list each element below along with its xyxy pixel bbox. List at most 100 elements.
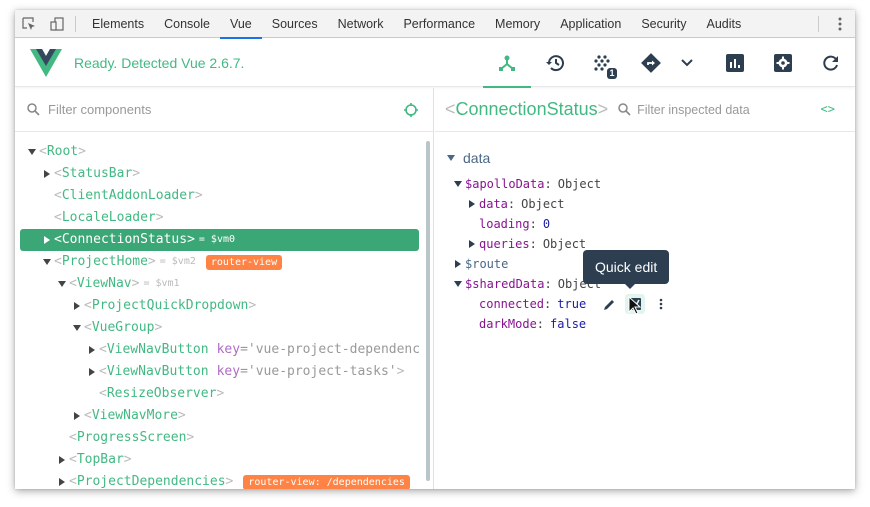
data-row-loading[interactable]: loading:0 [451,214,601,234]
tree-node-clientaddonloader[interactable]: < ClientAddonLoader > [15,185,429,207]
tag-bracket: < [69,276,77,291]
tree-node-viewnavbutton[interactable]: < ViewNavButton key ='vue-project-dependenc [15,339,429,361]
component-name: ConnectionStatus [61,232,188,247]
expand-toggle[interactable] [465,240,479,248]
data-key: data [479,197,508,211]
expand-toggle[interactable] [451,281,465,287]
events-count-badge: 1 [607,67,617,79]
expand-toggle[interactable] [40,259,54,265]
tab-elements[interactable]: Elements [82,10,154,38]
open-source-code-icon[interactable]: <> [821,102,835,116]
data-row-connected[interactable]: connected: true [451,294,663,314]
inspect-element-icon[interactable] [15,10,43,38]
tree-node-resizeobserver[interactable]: < ResizeObserver > [15,383,429,405]
expand-toggle[interactable] [465,200,479,208]
tree-node-projecthome[interactable]: < ProjectHome > = $vm2 router-view [15,251,429,273]
tree-node-viewnavmore[interactable]: < ViewNavMore > [15,405,429,427]
tree-node-localeloader[interactable]: < LocaleLoader > [15,207,429,229]
tag-bracket: < [84,298,92,313]
tree-node-connectionstatus[interactable]: < ConnectionStatus > = $vm0 [20,229,419,251]
tag-bracket: < [54,166,62,181]
inspector-header: <ConnectionStatus> <> [435,88,855,132]
refresh-icon [823,55,838,71]
tree-node-projectdependencies[interactable]: < ProjectDependencies > router-view: /depen… [15,471,429,489]
select-component-target-icon[interactable] [403,102,419,118]
tag-bracket: > [216,386,225,401]
tag-bracket: < [69,452,77,467]
device-toolbar-icon[interactable] [43,10,71,38]
more-vert-icon[interactable] [651,294,671,314]
tab-security[interactable]: Security [631,10,696,38]
chevron-down-icon [681,58,693,66]
data-section-header[interactable]: data [447,148,601,168]
routing-tab-button[interactable] [627,39,675,87]
expand-toggle[interactable] [40,170,54,178]
caret-down-icon [43,259,51,265]
component-tree-icon [499,55,515,71]
inspected-data-filter-input[interactable] [637,102,808,117]
data-row-apollodata[interactable]: $apolloData: Object [451,174,601,194]
tab-performance[interactable]: Performance [393,10,485,38]
collapse-arrow-icon [447,155,455,161]
tree-node-topbar[interactable]: < TopBar > [15,449,429,471]
tag-bracket: > [248,298,257,313]
component-name: ViewNavMore [91,408,178,423]
tab-audits[interactable]: Audits [697,10,752,38]
components-tab-button[interactable] [483,39,531,88]
edit-icon[interactable] [599,294,619,314]
data-row-darkmode[interactable]: darkMode: false [451,314,601,334]
expand-toggle[interactable] [40,236,54,244]
expand-toggle[interactable] [55,456,69,464]
tree-node-progressscreen[interactable]: < ProgressScreen > [15,427,429,449]
tree-node-statusbar[interactable]: < StatusBar > [15,163,429,185]
data-row-route[interactable]: $route [451,254,601,274]
expand-toggle[interactable] [451,181,465,187]
tag-bracket: > [132,166,141,181]
data-key: $apolloData [465,177,545,191]
expand-toggle[interactable] [55,281,69,287]
performance-tab-button[interactable] [711,39,759,87]
tree-node-projectquickdropdown[interactable]: < ProjectQuickDropdown > [15,295,429,317]
data-value: 0 [542,217,551,231]
data-row-queries[interactable]: queries: Object [451,234,601,254]
expand-toggle[interactable] [70,412,84,420]
tree-node-vuegroup[interactable]: < VueGroup > [15,317,429,339]
tree-node-root[interactable]: < Root > [15,141,429,163]
component-name: ProjectHome [61,254,148,269]
tab-network[interactable]: Network [328,10,394,38]
events-tab-button[interactable]: 1 [579,39,627,87]
expand-toggle[interactable] [70,325,84,331]
toolbar-divider [818,15,819,32]
tab-sources[interactable]: Sources [262,10,328,38]
attr-value: ='vue-project-dependenc [240,342,421,357]
tab-memory[interactable]: Memory [485,10,550,38]
refresh-button[interactable] [807,39,855,87]
tab-console[interactable]: Console [154,10,220,38]
tag-bracket: < [54,254,62,269]
expand-toggle[interactable] [85,346,99,354]
routing-dropdown-button[interactable] [675,39,699,87]
expand-toggle[interactable] [25,149,39,155]
component-filter-input[interactable] [48,102,378,117]
tree-node-viewnavbutton[interactable]: < ViewNavButton key ='vue-project-tasks' > [15,361,429,383]
tag-bracket: > [396,364,405,379]
colon: : [507,197,516,211]
tree-scrollbar[interactable] [426,141,430,481]
tab-vue[interactable]: Vue [219,10,262,39]
caret-down-icon [73,325,81,331]
component-name: Root [46,144,79,159]
expand-toggle[interactable] [85,368,99,376]
vuex-tab-button[interactable] [531,39,579,87]
settings-tab-button[interactable] [759,39,807,87]
more-vert-icon[interactable] [825,10,855,38]
tag-bracket: > [123,452,132,467]
tab-application[interactable]: Application [550,10,631,38]
expand-toggle[interactable] [55,478,69,486]
expand-toggle[interactable] [451,260,465,268]
data-row-shareddata[interactable]: $sharedData: Object [451,274,601,294]
expand-toggle[interactable] [70,302,84,310]
component-name: ProgressScreen [76,430,187,445]
tree-node-viewnav[interactable]: < ViewNav > = $vm1 [15,273,429,295]
history-icon [546,54,564,71]
data-row-data[interactable]: data: Object [451,194,601,214]
